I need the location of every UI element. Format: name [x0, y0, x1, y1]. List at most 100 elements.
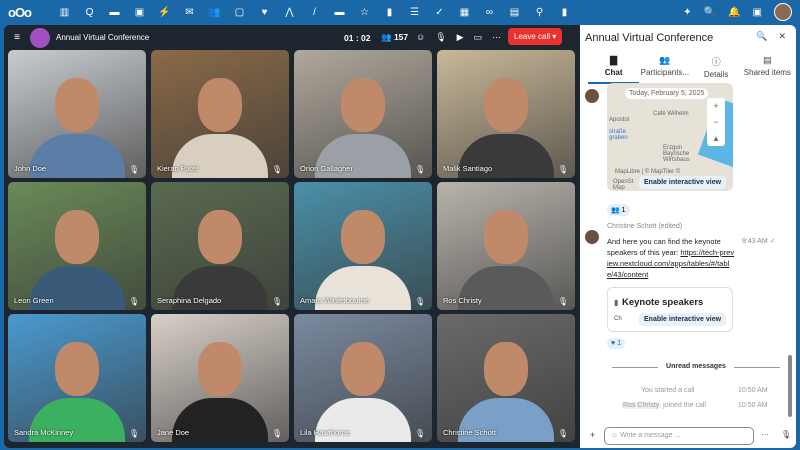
video-tile[interactable]: Orion Gallagher 🎙 [294, 50, 432, 178]
map-label: Café Wilhelm [653, 111, 689, 117]
search-icon[interactable]: 🔍 [704, 7, 716, 18]
app-icon[interactable]: Q [77, 7, 102, 18]
participant-name: Ros Christy [443, 296, 482, 305]
user-avatar[interactable] [774, 3, 792, 21]
link-preview-card[interactable]: ▮ Keynote speakers Ch Enable interactive… [607, 287, 733, 332]
app-icon[interactable]: ▥ [52, 7, 77, 18]
nextcloud-logo[interactable]: oOo [8, 5, 40, 20]
video-tile[interactable]: Leon Green 🎙 [8, 182, 146, 310]
app-icon[interactable]: ▤ [502, 7, 527, 18]
app-icon[interactable]: ▢ [227, 7, 252, 18]
app-icon[interactable]: / [302, 7, 327, 18]
app-icon[interactable]: 👥 [202, 7, 227, 18]
compass-button[interactable]: ▴ [707, 130, 725, 146]
app-icon[interactable]: ⚲ [527, 7, 552, 18]
menu-icon[interactable]: ≡ [10, 32, 24, 43]
tab-label: Shared items [743, 68, 791, 77]
participant-name: Jane Doe [157, 428, 190, 437]
microphone-icon[interactable]: 🎙 [781, 430, 791, 439]
app-icon[interactable]: ⋀ [277, 7, 302, 18]
card-title: Keynote speakers [622, 297, 704, 308]
app-icon[interactable]: ▬ [102, 7, 127, 18]
app-icon[interactable]: ⚡ [152, 7, 177, 18]
participant-name: Leon Green [14, 296, 54, 305]
assistant-icon[interactable]: ✦ [683, 7, 691, 18]
microphone-icon: 🎙 [128, 429, 139, 438]
microphone-icon: 🎙 [128, 165, 139, 174]
microphone-icon: 🎙 [128, 297, 139, 306]
video-off-icon[interactable]: ▶ [457, 32, 464, 43]
app-icon[interactable]: ♥ [252, 7, 277, 18]
video-tile[interactable]: Lila Hawthorne 🎙 [294, 314, 432, 442]
video-tile[interactable]: Malik Santiago 🎙 [437, 50, 575, 178]
app-icon[interactable]: ▬ [327, 7, 352, 18]
top-navigation-bar: oOo ▥ Q ▬ ▣ ⚡ ✉ 👥 ▢ ♥ ⋀ / ▬ ☆ ▮ ☰ ✓ ▦ ∞ ▤ ⚲ ▮ ✦ 🔍 🔔 ▣ [0, 0, 800, 25]
contacts-icon[interactable]: ▣ [753, 7, 762, 18]
participant-face [198, 342, 242, 397]
participant-face [341, 210, 385, 265]
card-author: Ch [614, 316, 622, 322]
app-icon[interactable]: ▣ [127, 7, 152, 18]
participant-name: Christine Schott [443, 428, 496, 437]
video-tile[interactable]: Jane Doe 🎙 [151, 314, 289, 442]
video-tile[interactable]: Sandra McKinney 🎙 [8, 314, 146, 442]
tab-shared-items[interactable]: ▤ Shared items [742, 55, 793, 84]
microphone-icon: 🎙 [271, 297, 282, 306]
reaction-badge[interactable]: ♥ 1 [607, 338, 625, 349]
participant-count[interactable]: 👥 157 [381, 32, 408, 43]
video-tile[interactable]: Ros Christy 🎙 [437, 182, 575, 310]
video-tile[interactable]: Kieran Patel 🎙 [151, 50, 289, 178]
app-icon[interactable]: ✉ [177, 7, 202, 18]
map-zoom-controls: + − ▴ [707, 98, 725, 146]
zoom-in-button[interactable]: + [707, 98, 725, 114]
participant-name: Seraphina Delgado [157, 296, 222, 305]
chat-scrollbar[interactable] [788, 355, 792, 417]
participant-name: Orion Gallagher [300, 164, 353, 173]
app-icon[interactable]: ∞ [477, 7, 502, 18]
close-icon[interactable]: ✕ [778, 31, 786, 42]
map-label: Apostol [609, 117, 630, 123]
chat-sidebar: Annual Virtual Conference 🔍 ✕ ▇ Chat 👥 Part… [580, 25, 796, 448]
video-tile[interactable]: Christine Schott 🎙 [437, 314, 575, 442]
tab-label: Details [703, 70, 729, 79]
notifications-icon[interactable]: 🔔 [728, 7, 740, 18]
app-icon[interactable]: ▦ [452, 7, 477, 18]
more-icon[interactable]: ··· [761, 430, 769, 439]
shared-items-icon: ▤ [763, 55, 772, 65]
osm-label: OpenSt Map [613, 179, 634, 191]
participant-face [55, 78, 99, 133]
unread-messages-separator: Unread messages [612, 363, 780, 370]
message-time: 9:43 AM ✓ [742, 238, 776, 245]
zoom-out-button[interactable]: − [707, 114, 725, 130]
app-icon[interactable]: ✓ [427, 7, 452, 18]
more-icon[interactable]: ··· [492, 32, 501, 43]
tab-chat[interactable]: ▇ Chat [588, 55, 640, 84]
enable-interactive-view-button[interactable]: Enable interactive view [639, 313, 727, 326]
video-tile[interactable]: John Doe 🎙 [8, 50, 146, 178]
enable-interactive-view-button[interactable]: Enable interactive view [639, 176, 727, 189]
participant-face [55, 210, 99, 265]
message-input[interactable]: ☺ Write a message ... [604, 427, 754, 445]
participant-face [198, 210, 242, 265]
map-preview: Today, February 5, 2025 Apostol Café Wil… [607, 83, 733, 191]
emoji-icon[interactable]: ☺ [416, 32, 425, 43]
tab-participants[interactable]: 👥 Participants... [639, 55, 690, 84]
app-icon[interactable]: ☰ [402, 7, 427, 18]
microphone-icon: 🎙 [414, 165, 425, 174]
app-icon[interactable]: ▮ [552, 7, 577, 18]
video-tile[interactable]: Seraphina Delgado 🎙 [151, 182, 289, 310]
screen-share-icon[interactable]: ▭ [474, 32, 483, 43]
microphone-off-icon[interactable]: 🎙 [435, 32, 446, 43]
video-grid: John Doe 🎙 Kieran Patel 🎙 Orion Gallagher 🎙 Ma… [8, 50, 575, 442]
leave-call-button[interactable]: Leave call ▾ [508, 28, 563, 45]
video-tile[interactable]: Amara Winterbourne 🎙 [294, 182, 432, 310]
app-icon[interactable]: ☆ [352, 7, 377, 18]
reaction-badge[interactable]: 👥 1 [607, 204, 630, 216]
attach-icon[interactable]: + [590, 430, 595, 440]
map-label: Erzgun Bayrische Wirtshaus [663, 145, 690, 163]
tab-details[interactable]: ⓘ Details [691, 55, 742, 84]
search-icon[interactable]: 🔍 [756, 31, 767, 42]
app-icon[interactable]: ▮ [377, 7, 402, 18]
author-avatar [585, 89, 599, 103]
user-mention[interactable]: Ros Christy [621, 402, 662, 409]
